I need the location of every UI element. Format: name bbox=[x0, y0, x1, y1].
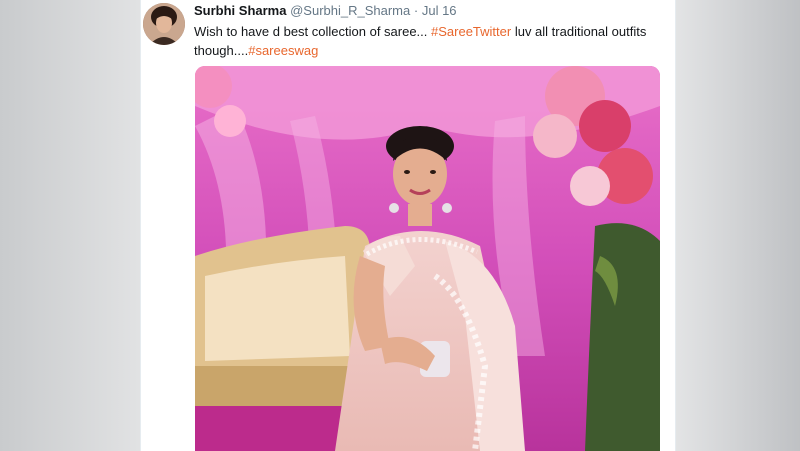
separator-dot: · bbox=[413, 3, 419, 18]
user-handle[interactable]: @Surbhi_R_Sharma bbox=[290, 3, 410, 18]
tweet-header: Surbhi Sharma @Surbhi_R_Sharma · Jul 16 bbox=[194, 3, 457, 18]
tweet-text-part1: Wish to have d best collection of saree.… bbox=[194, 24, 432, 39]
avatar-photo-icon bbox=[143, 3, 185, 45]
tweet-text: Wish to have d best collection of saree.… bbox=[194, 22, 654, 60]
background-left-panel bbox=[0, 0, 145, 451]
display-name[interactable]: Surbhi Sharma bbox=[194, 3, 286, 18]
tweet-date[interactable]: Jul 16 bbox=[422, 3, 457, 18]
user-avatar[interactable] bbox=[143, 3, 185, 45]
hashtag-sareeswag[interactable]: #sareeswag bbox=[248, 43, 318, 58]
hashtag-sareetwitter[interactable]: #SareeTwitter bbox=[431, 24, 511, 39]
saree-photo-icon bbox=[195, 66, 660, 451]
background-right-panel bbox=[672, 0, 800, 451]
tweet-media[interactable] bbox=[195, 66, 660, 451]
